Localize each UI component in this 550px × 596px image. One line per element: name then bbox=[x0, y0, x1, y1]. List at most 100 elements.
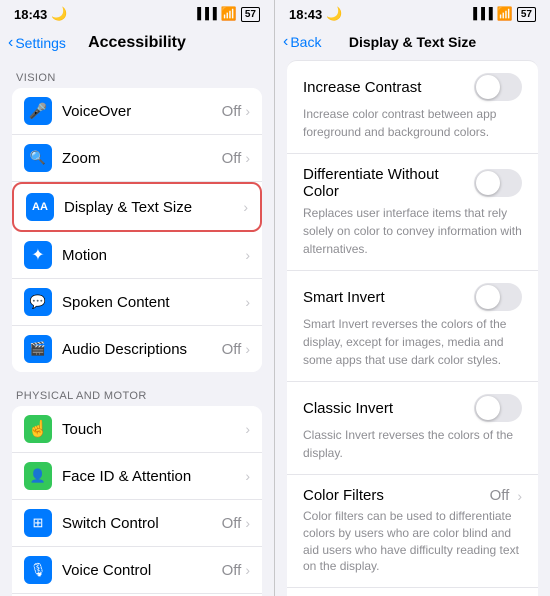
classic-invert-row: Classic Invert Classic Invert reverses t… bbox=[287, 382, 538, 475]
left-panel: 18:43 🌙 ▐▐▐ 📶 57 ‹ Settings Accessibilit… bbox=[0, 0, 275, 596]
motion-chevron-icon: › bbox=[245, 247, 250, 263]
classic-invert-top: Classic Invert bbox=[303, 394, 522, 422]
differentiate-row: Differentiate Without Color Replaces use… bbox=[287, 154, 538, 271]
left-signal-icon: ▐▐▐ bbox=[193, 8, 216, 20]
audio-desc-label: Audio Descriptions bbox=[62, 341, 222, 358]
touch-icon: ☝ bbox=[24, 415, 52, 443]
zoom-icon: 🔍 bbox=[24, 144, 52, 172]
list-item-motion[interactable]: ✦ Motion › bbox=[12, 232, 262, 279]
motion-icon: ✦ bbox=[24, 241, 52, 269]
right-battery-icon: 57 bbox=[517, 7, 536, 22]
physical-list-group: ☝ Touch › 👤 Face ID & Attention › ⊞ Swit… bbox=[12, 406, 262, 596]
zoom-value: Off bbox=[222, 150, 242, 167]
right-signal-icon: ▐▐▐ bbox=[469, 8, 492, 20]
left-status-left: 18:43 🌙 bbox=[14, 6, 67, 22]
right-back-label[interactable]: Back bbox=[290, 34, 321, 50]
right-status-bar: 18:43 🌙 ▐▐▐ 📶 57 bbox=[275, 0, 550, 26]
increase-contrast-desc: Increase color contrast between app fore… bbox=[303, 107, 496, 139]
zoom-chevron-icon: › bbox=[245, 150, 250, 166]
list-item-face-id[interactable]: 👤 Face ID & Attention › bbox=[12, 453, 262, 500]
color-filters-right: Off › bbox=[490, 487, 522, 504]
list-item-touch[interactable]: ☝ Touch › bbox=[12, 406, 262, 453]
display-text-chevron-icon: › bbox=[243, 199, 248, 215]
increase-contrast-row: Increase Contrast Increase color contras… bbox=[287, 60, 538, 154]
face-id-chevron-icon: › bbox=[245, 468, 250, 484]
voice-control-value: Off bbox=[222, 562, 242, 579]
differentiate-name: Differentiate Without Color bbox=[303, 166, 474, 200]
right-settings-scroll[interactable]: Increase Contrast Increase color contras… bbox=[275, 56, 550, 596]
left-back-chevron-icon: ‹ bbox=[8, 34, 13, 52]
right-nav-title: Display & Text Size bbox=[349, 34, 476, 50]
left-time: 18:43 bbox=[14, 7, 47, 22]
display-text-icon: AA bbox=[26, 193, 54, 221]
reduce-white-point-row: Reduce White Point Reduce the intensity … bbox=[287, 588, 538, 596]
smart-invert-name: Smart Invert bbox=[303, 289, 385, 306]
zoom-label: Zoom bbox=[62, 150, 222, 167]
face-id-icon: 👤 bbox=[24, 462, 52, 490]
color-filters-value: Off bbox=[490, 487, 510, 504]
differentiate-toggle[interactable] bbox=[474, 169, 522, 197]
left-list-scroll[interactable]: VISION 🎤 VoiceOver Off › 🔍 Zoom Off › AA… bbox=[0, 58, 274, 596]
audio-desc-icon: 🎬 bbox=[24, 335, 52, 363]
vision-list-group: 🎤 VoiceOver Off › 🔍 Zoom Off › AA Displa… bbox=[12, 88, 262, 372]
left-nav-title: Accessibility bbox=[88, 34, 186, 52]
motion-label: Motion bbox=[62, 247, 245, 264]
list-item-switch-control[interactable]: ⊞ Switch Control Off › bbox=[12, 500, 262, 547]
color-filters-top: Color Filters Off › bbox=[303, 487, 522, 504]
left-wifi-icon: 📶 bbox=[221, 6, 237, 22]
audio-desc-value: Off bbox=[222, 341, 242, 358]
differentiate-top: Differentiate Without Color bbox=[303, 166, 522, 200]
classic-invert-name: Classic Invert bbox=[303, 400, 393, 417]
right-status-left: 18:43 🌙 bbox=[289, 6, 342, 22]
switch-control-label: Switch Control bbox=[62, 515, 222, 532]
differentiate-desc: Replaces user interface items that rely … bbox=[303, 206, 522, 256]
increase-contrast-top: Increase Contrast bbox=[303, 73, 522, 101]
physical-section-label: PHYSICAL AND MOTOR bbox=[0, 376, 274, 406]
right-nav-bar: ‹ Back Display & Text Size bbox=[275, 26, 550, 56]
right-panel: 18:43 🌙 ▐▐▐ 📶 57 ‹ Back Display & Text S… bbox=[275, 0, 550, 596]
increase-contrast-toggle[interactable] bbox=[474, 73, 522, 101]
color-filters-chevron-icon: › bbox=[517, 488, 522, 504]
right-time: 18:43 bbox=[289, 7, 322, 22]
left-back-label[interactable]: Settings bbox=[15, 35, 66, 51]
switch-control-icon: ⊞ bbox=[24, 509, 52, 537]
voiceover-label: VoiceOver bbox=[62, 103, 222, 120]
left-status-right: ▐▐▐ 📶 57 bbox=[193, 6, 260, 22]
right-panel-content: Increase Contrast Increase color contras… bbox=[275, 60, 550, 596]
left-back-button[interactable]: ‹ Settings bbox=[8, 34, 66, 52]
voice-control-label: Voice Control bbox=[62, 562, 222, 579]
classic-invert-desc: Classic Invert reverses the colors of th… bbox=[303, 428, 513, 460]
vision-section-label: VISION bbox=[0, 58, 274, 88]
switch-control-value: Off bbox=[222, 515, 242, 532]
voiceover-chevron-icon: › bbox=[245, 103, 250, 119]
smart-invert-desc: Smart Invert reverses the colors of the … bbox=[303, 317, 506, 367]
right-status-right: ▐▐▐ 📶 57 bbox=[469, 6, 536, 22]
list-item-spoken-content[interactable]: 💬 Spoken Content › bbox=[12, 279, 262, 326]
voiceover-value: Off bbox=[222, 103, 242, 120]
right-back-button[interactable]: ‹ Back bbox=[283, 33, 321, 51]
spoken-content-chevron-icon: › bbox=[245, 294, 250, 310]
voice-control-chevron-icon: › bbox=[245, 562, 250, 578]
left-nav-bar: ‹ Settings Accessibility bbox=[0, 26, 274, 58]
classic-invert-toggle[interactable] bbox=[474, 394, 522, 422]
right-back-chevron-icon: ‹ bbox=[283, 33, 288, 51]
smart-invert-toggle[interactable] bbox=[474, 283, 522, 311]
touch-chevron-icon: › bbox=[245, 421, 250, 437]
touch-label: Touch bbox=[62, 421, 245, 438]
voice-control-icon: 🎙 bbox=[24, 556, 52, 584]
switch-control-chevron-icon: › bbox=[245, 515, 250, 531]
color-filters-row: Color Filters Off › Color filters can be… bbox=[287, 475, 538, 588]
list-item-audio-desc[interactable]: 🎬 Audio Descriptions Off › bbox=[12, 326, 262, 372]
list-item-zoom[interactable]: 🔍 Zoom Off › bbox=[12, 135, 262, 182]
list-item-voiceover[interactable]: 🎤 VoiceOver Off › bbox=[12, 88, 262, 135]
color-filters-name: Color Filters bbox=[303, 487, 384, 504]
increase-contrast-name: Increase Contrast bbox=[303, 79, 421, 96]
spoken-content-label: Spoken Content bbox=[62, 294, 245, 311]
list-item-display-text-size[interactable]: AA Display & Text Size › bbox=[12, 182, 262, 232]
smart-invert-row: Smart Invert Smart Invert reverses the c… bbox=[287, 271, 538, 382]
spoken-content-icon: 💬 bbox=[24, 288, 52, 316]
list-item-voice-control[interactable]: 🎙 Voice Control Off › bbox=[12, 547, 262, 594]
left-moon-icon: 🌙 bbox=[51, 6, 67, 22]
smart-invert-top: Smart Invert bbox=[303, 283, 522, 311]
left-status-bar: 18:43 🌙 ▐▐▐ 📶 57 bbox=[0, 0, 274, 26]
